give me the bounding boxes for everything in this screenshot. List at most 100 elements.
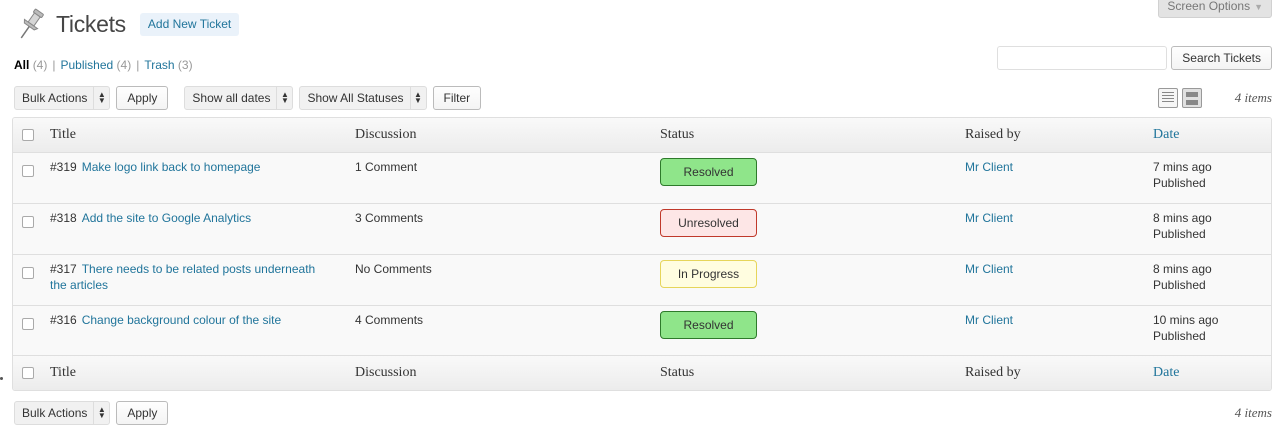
table-row: #316 Change background colour of the site… [13,306,1271,357]
date-ago: 8 mins ago [1153,211,1212,225]
status-filter-links: All (4) | Published (4) | Trash (3) [14,58,193,72]
add-new-ticket-button[interactable]: Add New Ticket [139,12,240,36]
filter-all-link[interactable]: All [14,58,29,72]
date-state: Published [1153,227,1206,241]
status-cell: In Progress [660,260,757,288]
table-row: #318 Add the site to Google Analytics 3 C… [13,204,1271,255]
view-switch [1158,88,1202,108]
excerpt-view-icon[interactable] [1182,88,1202,108]
table-row: #319 Make logo link back to homepage 1 Co… [13,153,1271,204]
ticket-id: #317 [50,262,77,276]
select-arrows-icon: ▲ ▼ [276,87,292,109]
page-header: Tickets Add New Ticket [14,6,240,42]
status-badge: In Progress [660,260,757,288]
status-badge: Unresolved [660,209,757,237]
column-date-header[interactable]: Date [1153,127,1179,143]
date-cell: 8 mins ago Published [1153,261,1212,293]
screen-options-button[interactable]: Screen Options ▼ [1158,0,1272,18]
select-arrows-icon: ▲ ▼ [409,87,426,109]
chevron-down-icon: ▼ [1254,2,1263,12]
status-cell: Resolved [660,158,757,186]
column-raised-by-footer: Raised by [965,365,1021,380]
items-count-bottom: 4 items [1234,405,1272,420]
dates-filter-value: Show all dates [192,91,271,105]
date-state: Published [1153,329,1206,343]
bulk-actions-value: Bulk Actions [22,406,88,420]
column-date-footer[interactable]: Date [1153,365,1179,381]
items-count: 4 items [1234,90,1272,105]
date-cell: 10 mins ago Published [1153,312,1218,344]
filter-button[interactable]: Filter [432,86,482,110]
filter-all-count: (4) [32,58,48,72]
date-ago: 10 mins ago [1153,313,1219,327]
title-cell: #319 Make logo link back to homepage [50,159,335,175]
ticket-title-link[interactable]: Change background colour of the site [82,313,281,327]
table-row: #317 There needs to be related posts unde… [13,255,1271,306]
tickets-table: Title Discussion Status Raised by Date #… [12,117,1272,391]
ticket-id: #319 [50,160,77,174]
raised-by-link[interactable]: Mr Client [965,261,1013,277]
ticket-id: #318 [50,211,77,225]
bulk-actions-value: Bulk Actions [22,91,88,105]
date-state: Published [1153,278,1206,292]
row-checkbox[interactable] [22,165,34,177]
filter-trash-link[interactable]: Trash [144,58,174,72]
pushpin-icon [14,6,48,42]
raised-by-link[interactable]: Mr Client [965,312,1013,328]
column-raised-by-header: Raised by [965,127,1021,142]
select-all-checkbox[interactable] [22,129,34,141]
title-cell: #318 Add the site to Google Analytics [50,210,335,226]
table-header: Title Discussion Status Raised by Date [13,118,1271,153]
filter-published-link[interactable]: Published [60,58,113,72]
table-footer: Title Discussion Status Raised by Date [13,355,1271,390]
apply-button-bottom[interactable]: Apply [116,401,169,425]
screen-options-label: Screen Options [1167,0,1251,13]
date-ago: 8 mins ago [1153,262,1212,276]
filter-trash-count: (3) [177,58,193,72]
resize-dot [0,377,3,380]
ticket-title-link[interactable]: Make logo link back to homepage [82,160,261,174]
separator: | [52,58,56,72]
discussion-cell: 4 Comments [355,313,424,327]
search-box: Search Tickets [997,46,1272,70]
title-cell: #317 There needs to be related posts unde… [50,261,335,293]
column-discussion-footer: Discussion [355,365,417,380]
bulk-actions-select[interactable]: Bulk Actions ▲ ▼ [14,86,111,110]
date-cell: 7 mins ago Published [1153,159,1212,191]
status-badge: Resolved [660,158,757,186]
filter-published-count: (4) [116,58,132,72]
apply-button[interactable]: Apply [116,86,169,110]
title-cell: #316 Change background colour of the site [50,312,335,328]
row-checkbox[interactable] [22,216,34,228]
search-tickets-button[interactable]: Search Tickets [1171,46,1272,70]
raised-by-link[interactable]: Mr Client [965,210,1013,226]
status-cell: Unresolved [660,209,757,237]
page-title: Tickets [56,10,126,37]
column-discussion-header: Discussion [355,127,417,142]
discussion-cell: No Comments [355,262,432,276]
column-status-footer: Status [660,365,695,380]
discussion-cell: 3 Comments [355,211,424,225]
ticket-id: #316 [50,313,77,327]
select-all-checkbox[interactable] [22,367,34,379]
search-input[interactable] [997,46,1168,70]
bulk-actions-select-bottom[interactable]: Bulk Actions ▲ ▼ [14,401,111,425]
date-cell: 8 mins ago Published [1153,210,1212,242]
column-status-header: Status [660,127,695,142]
status-cell: Resolved [660,311,757,339]
column-title-footer[interactable]: Title [50,365,76,381]
raised-by-link[interactable]: Mr Client [965,159,1013,175]
dates-filter-select[interactable]: Show all dates ▲ ▼ [184,86,294,110]
row-checkbox[interactable] [22,318,34,330]
select-arrows-icon: ▲ ▼ [93,87,109,109]
date-ago: 7 mins ago [1153,160,1212,174]
status-filter-select[interactable]: Show All Statuses ▲ ▼ [299,86,427,110]
separator: | [136,58,140,72]
ticket-title-link[interactable]: There needs to be related posts undernea… [50,262,315,292]
list-view-icon[interactable] [1158,88,1178,108]
ticket-title-link[interactable]: Add the site to Google Analytics [82,211,251,225]
date-state: Published [1153,176,1206,190]
column-title-header[interactable]: Title [50,127,76,143]
select-arrows-icon: ▲ ▼ [93,402,109,424]
row-checkbox[interactable] [22,267,34,279]
